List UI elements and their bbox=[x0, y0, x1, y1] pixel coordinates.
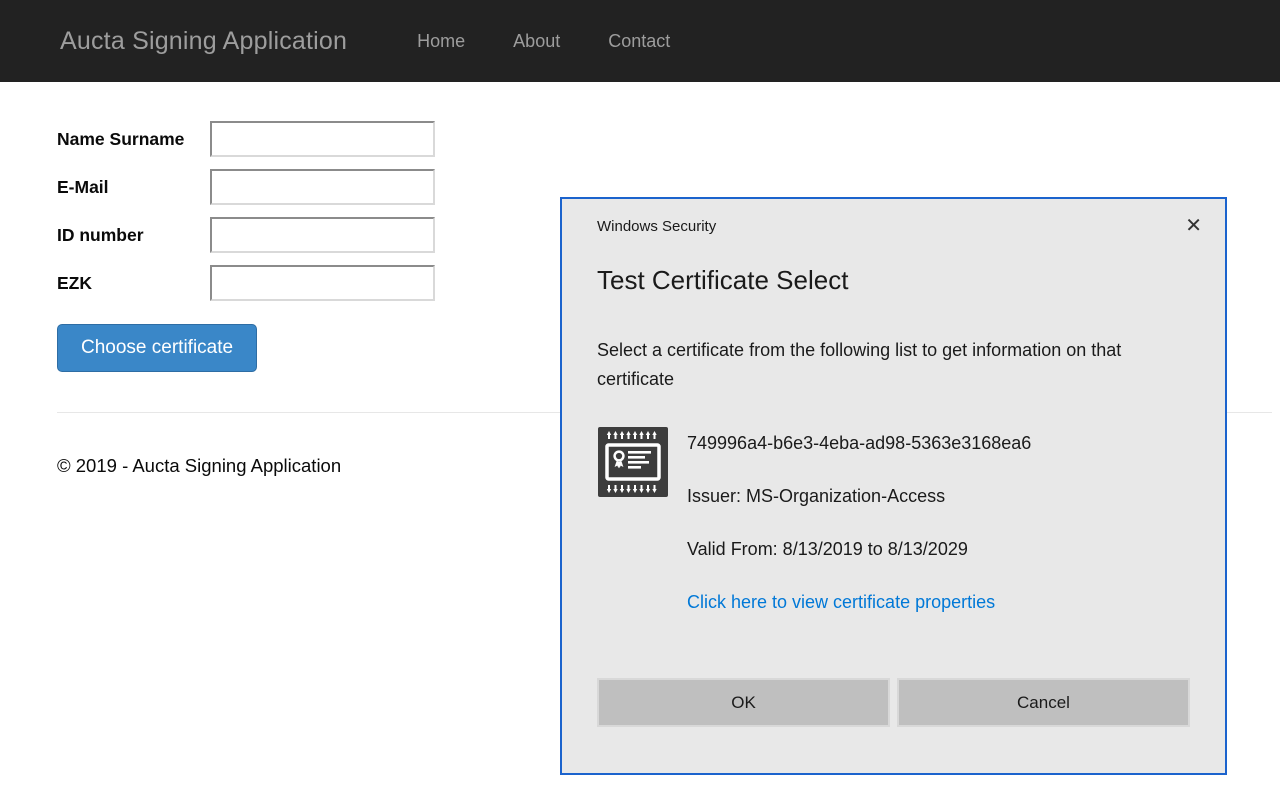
windows-security-dialog: Windows Security ✕ Test Certificate Sele… bbox=[560, 197, 1227, 775]
choose-certificate-button[interactable]: Choose certificate bbox=[57, 324, 257, 372]
name-surname-input[interactable] bbox=[210, 121, 435, 157]
id-number-label: ID number bbox=[57, 225, 210, 246]
ezk-label: EZK bbox=[57, 273, 210, 294]
cancel-button[interactable]: Cancel bbox=[897, 678, 1190, 727]
dialog-buttons: OK Cancel bbox=[597, 678, 1190, 727]
navbar: Aucta Signing Application Home About Con… bbox=[0, 0, 1280, 82]
certificate-validity: Valid From: 8/13/2019 to 8/13/2029 bbox=[687, 539, 1031, 560]
nav-home[interactable]: Home bbox=[393, 31, 489, 52]
close-icon[interactable]: ✕ bbox=[1185, 216, 1202, 236]
dialog-heading: Test Certificate Select bbox=[597, 265, 1190, 296]
certificate-icon bbox=[597, 425, 669, 499]
ezk-input[interactable] bbox=[210, 265, 435, 301]
email-label: E-Mail bbox=[57, 177, 210, 198]
email-input[interactable] bbox=[210, 169, 435, 205]
certificate-entry[interactable]: 749996a4-b6e3-4eba-ad98-5363e3168ea6 Iss… bbox=[597, 425, 1190, 613]
ok-button[interactable]: OK bbox=[597, 678, 890, 727]
dialog-description: Select a certificate from the following … bbox=[597, 336, 1190, 394]
app-brand[interactable]: Aucta Signing Application bbox=[60, 27, 347, 56]
name-surname-label: Name Surname bbox=[57, 129, 210, 150]
certificate-properties-link[interactable]: Click here to view certificate propertie… bbox=[687, 592, 1031, 613]
form-row-name-surname: Name Surname bbox=[57, 121, 1280, 157]
nav-contact[interactable]: Contact bbox=[584, 31, 694, 52]
nav-about[interactable]: About bbox=[489, 31, 584, 52]
certificate-info: 749996a4-b6e3-4eba-ad98-5363e3168ea6 Iss… bbox=[687, 425, 1031, 613]
dialog-title: Windows Security bbox=[597, 218, 716, 235]
id-number-input[interactable] bbox=[210, 217, 435, 253]
certificate-name: 749996a4-b6e3-4eba-ad98-5363e3168ea6 bbox=[687, 433, 1031, 454]
certificate-issuer: Issuer: MS-Organization-Access bbox=[687, 486, 1031, 507]
dialog-titlebar: Windows Security ✕ bbox=[597, 218, 1190, 238]
main-nav: Home About Contact bbox=[393, 31, 694, 52]
